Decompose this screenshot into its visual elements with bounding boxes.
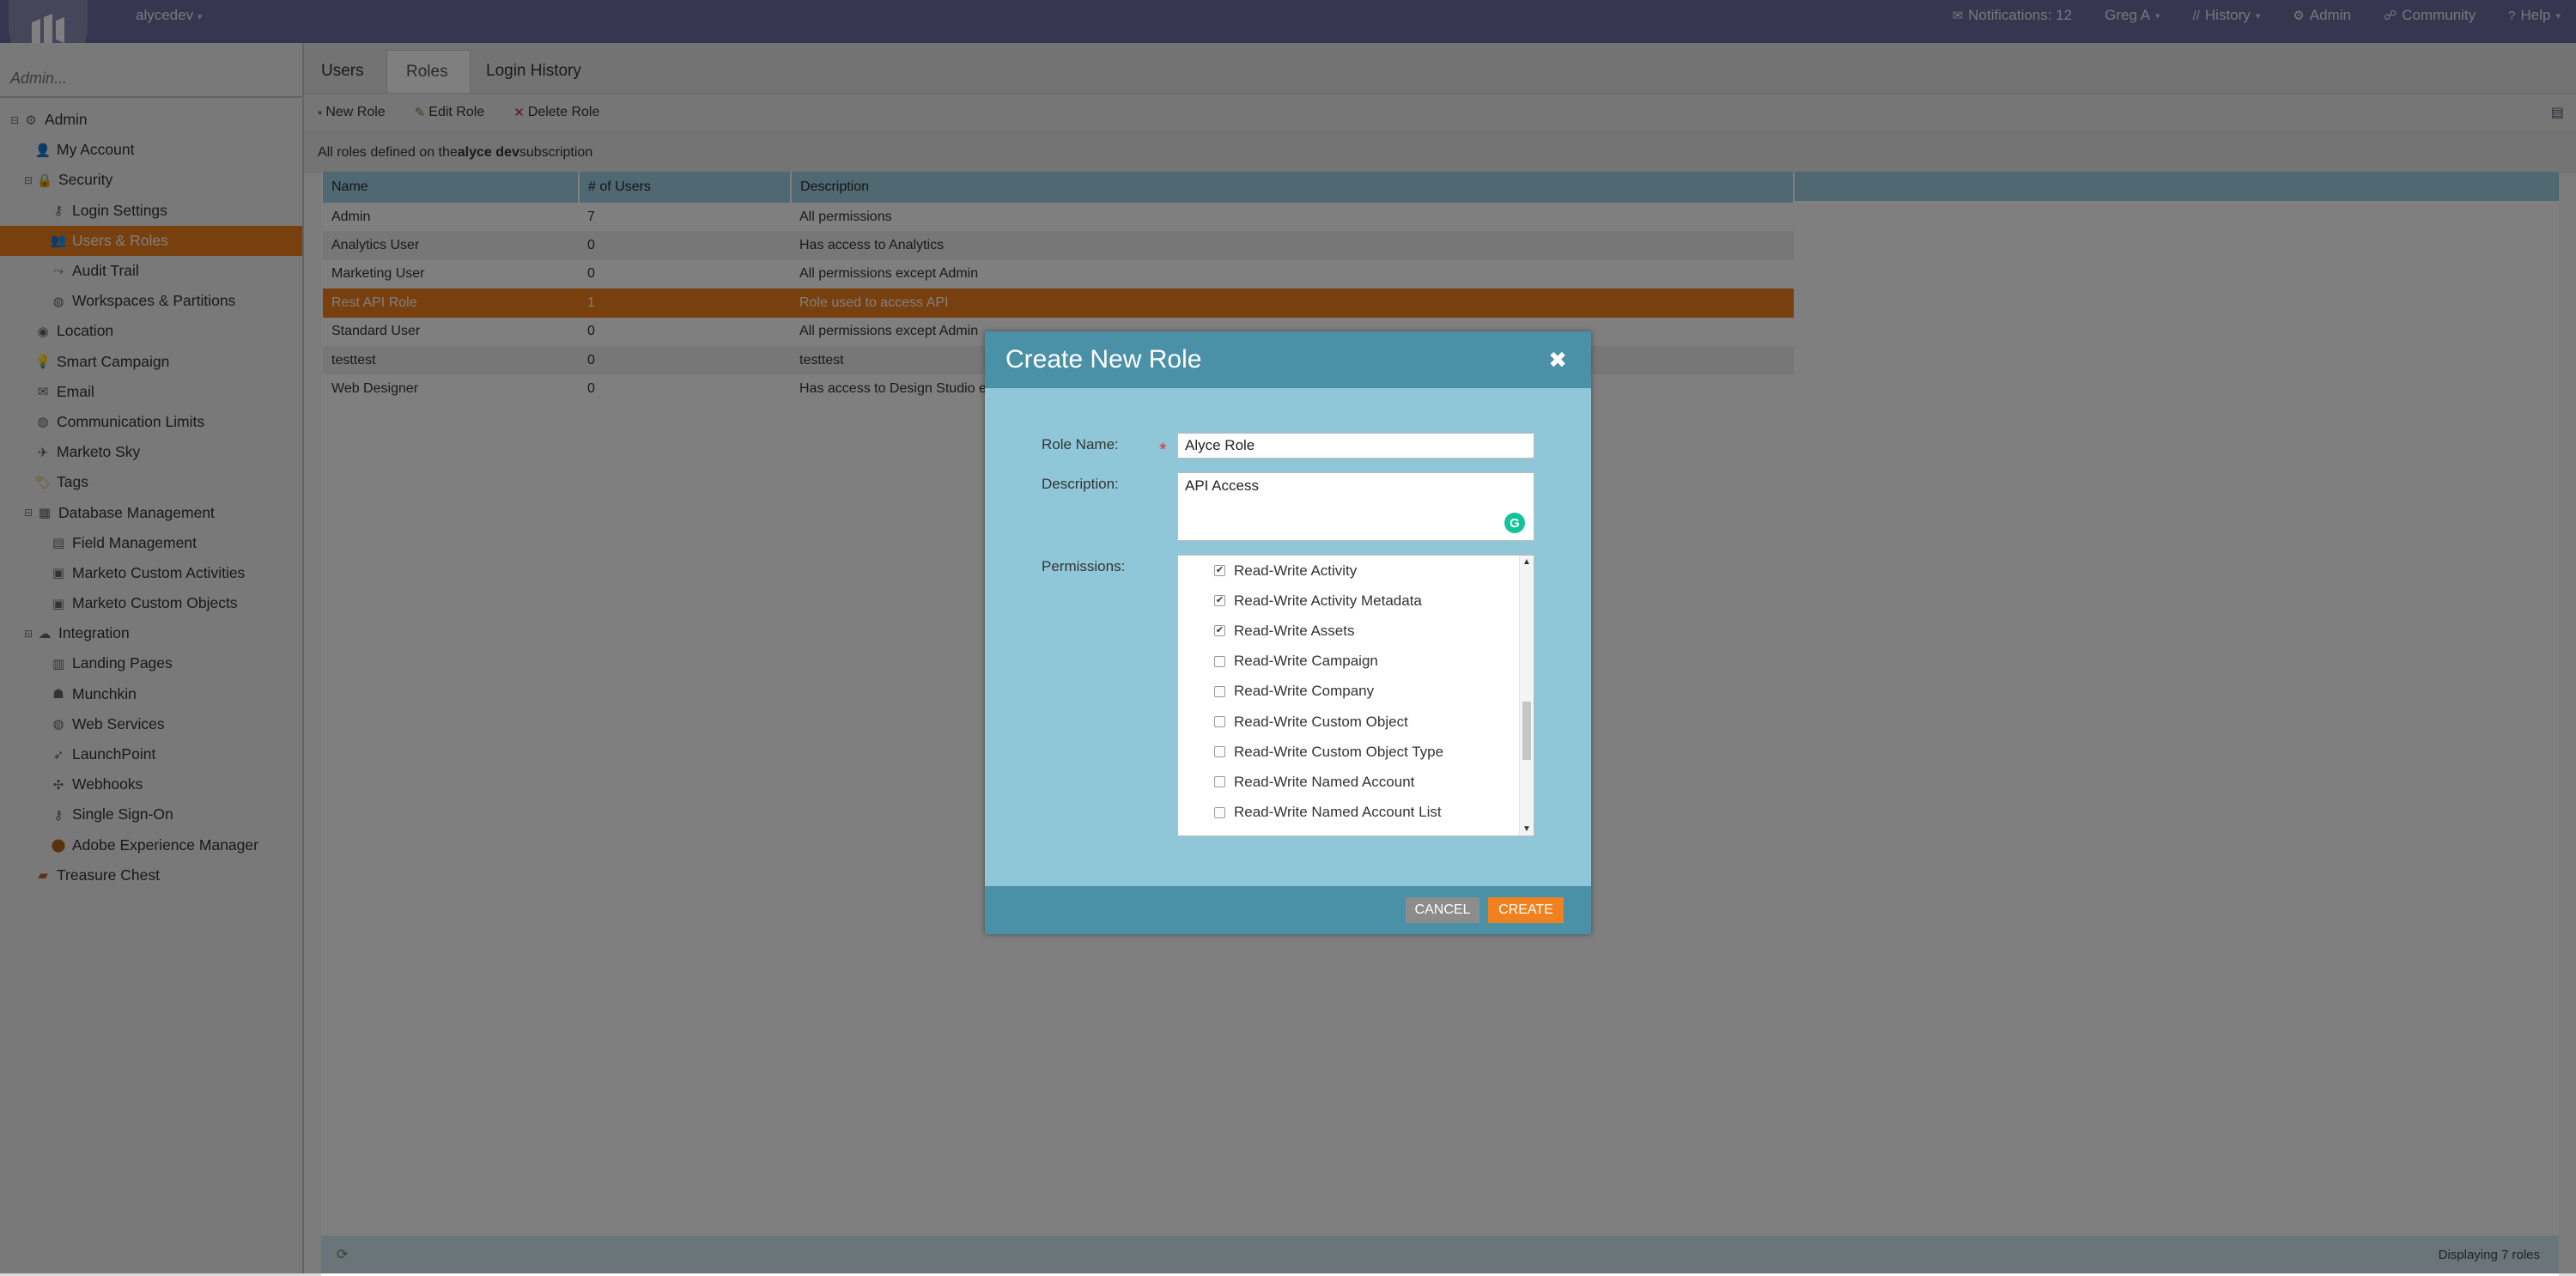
permission-label: Read-Write Assets [1234, 622, 1355, 639]
checkbox-checked[interactable]: ✔ [1214, 625, 1225, 637]
scroll-thumb[interactable] [1522, 702, 1531, 760]
create-role-dialog: Create New Role ✖ Role Name: * Descripti… [985, 331, 1591, 934]
permission-item-read-write-custom-object[interactable]: Read-Write Custom Object [1178, 707, 1534, 737]
checkbox-unchecked[interactable] [1214, 685, 1225, 697]
checkbox-unchecked[interactable] [1214, 655, 1225, 667]
role-name-label: Role Name: [1042, 436, 1119, 453]
checkbox-unchecked[interactable] [1214, 746, 1225, 758]
permission-item-read-write-named-account-list[interactable]: Read-Write Named Account List [1178, 798, 1534, 828]
permission-label: Read-Write Company [1234, 683, 1375, 700]
checkbox-unchecked[interactable] [1214, 776, 1225, 788]
checkbox-unchecked[interactable] [1214, 716, 1225, 728]
permission-label: Read-Write Activity Metadata [1234, 592, 1422, 609]
permission-label: Read-Write Named Account [1234, 773, 1415, 790]
permission-item-read-write-named-account[interactable]: Read-Write Named Account [1178, 767, 1534, 797]
permission-item-read-write-campaign[interactable]: Read-Write Campaign [1178, 647, 1534, 677]
scroll-down-icon[interactable]: ▼ [1520, 824, 1534, 834]
dialog-header: Create New Role ✖ [985, 331, 1591, 388]
description-label: Description: [1042, 476, 1119, 492]
permission-label: Read-Write Custom Object Type [1234, 743, 1444, 760]
description-text: API Access [1185, 477, 1259, 494]
description-textarea[interactable]: API Access G [1177, 472, 1534, 541]
required-icon: * [1159, 439, 1167, 460]
permission-label: Read-Write Activity [1234, 562, 1358, 579]
permission-item-read-write-custom-object-type[interactable]: Read-Write Custom Object Type [1178, 737, 1534, 767]
close-icon[interactable]: ✖ [1548, 347, 1567, 374]
permission-item-read-write-company[interactable]: Read-Write Company [1178, 677, 1534, 707]
dialog-footer: CANCEL CREATE [985, 886, 1591, 934]
checkbox-checked[interactable]: ✔ [1214, 565, 1225, 577]
role-name-input[interactable] [1177, 433, 1534, 459]
permission-item-read-write-activity[interactable]: ✔ Read-Write Activity [1178, 556, 1534, 586]
permission-label: Read-Write Custom Object [1234, 713, 1408, 730]
dialog-title: Create New Role [1005, 345, 1202, 374]
permission-item-read-write-activity-metadata[interactable]: ✔ Read-Write Activity Metadata [1178, 586, 1534, 616]
permissions-label: Permissions: [1042, 558, 1126, 574]
cancel-button[interactable]: CANCEL [1406, 897, 1479, 923]
grammarly-icon[interactable]: G [1504, 513, 1525, 533]
permissions-list: ✔ Read-Write Activity ✔ Read-Write Activ… [1177, 555, 1534, 836]
scroll-up-icon[interactable]: ▲ [1520, 557, 1534, 567]
create-button[interactable]: CREATE [1488, 897, 1564, 923]
checkbox-checked[interactable]: ✔ [1214, 595, 1225, 607]
permission-label: Read-Write Named Account List [1234, 804, 1442, 821]
permissions-scrollbar[interactable]: ▲ ▼ [1519, 556, 1534, 835]
permission-label: Read-Write Campaign [1234, 653, 1378, 670]
permission-item-read-write-assets[interactable]: ✔ Read-Write Assets [1178, 616, 1534, 646]
checkbox-unchecked[interactable] [1214, 806, 1225, 818]
